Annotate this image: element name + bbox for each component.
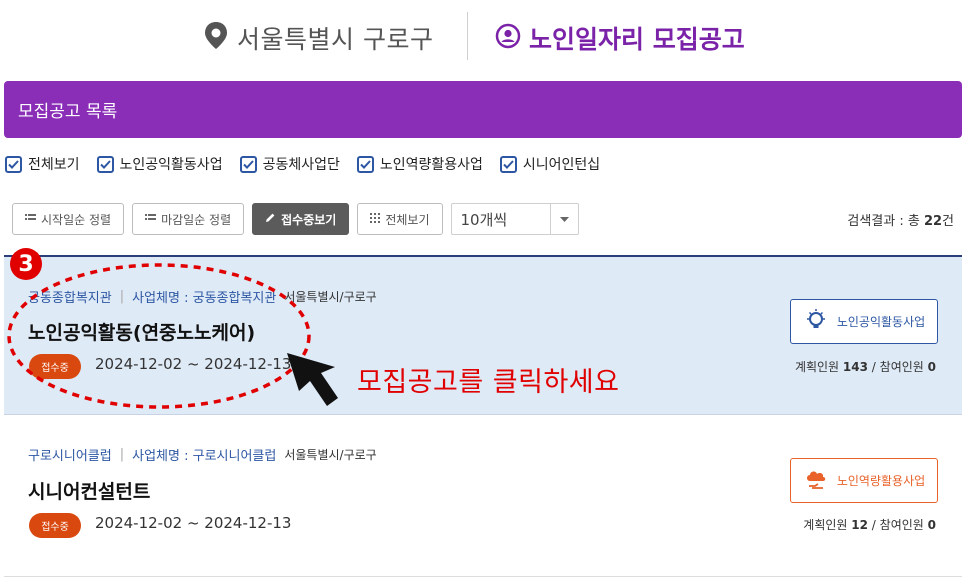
- meta-divider: |: [119, 289, 125, 304]
- recruit-period: 2024-12-02 ~ 2024-12-13: [95, 355, 292, 373]
- page: 서울특별시 구로구 노인일자리 모집공고 모집공고 목록 전체보기 노인공익활동…: [0, 0, 966, 583]
- filter-label: 시니어인턴십: [522, 157, 601, 173]
- person-circle-icon: [495, 23, 521, 53]
- instruction-text: 모집공고를 클릭하세요: [357, 367, 620, 398]
- meta-divider: |: [119, 447, 125, 462]
- posting-meta: 구로시니어클럽 | 사업체명 : 구로시니어클럽 서울특별시/구로구: [28, 445, 377, 464]
- sort-end-button[interactable]: 마감일순 정렬: [132, 203, 245, 235]
- result-suffix: 건: [942, 214, 954, 229]
- status-badge: 접수중: [29, 513, 81, 538]
- region: 서울특별시/구로구: [284, 448, 377, 462]
- planned-count: 12: [851, 518, 868, 532]
- business-type-tag: 노인공익활동사업: [790, 299, 938, 344]
- result-count: 22: [923, 214, 943, 229]
- checkbox-checked-icon[interactable]: [499, 155, 517, 173]
- list-header-bar: 모집공고 목록: [4, 81, 962, 138]
- joined-label: / 참여인원: [867, 518, 928, 532]
- filter-public-activity[interactable]: 노인공익활동사업: [96, 154, 223, 174]
- grid-icon: [370, 212, 381, 226]
- filter-community-business[interactable]: 공동체사업단: [239, 154, 340, 174]
- org-name[interactable]: 궁동종합복지관: [28, 287, 112, 306]
- page-size-select[interactable]: 10개씩: [450, 203, 579, 235]
- joined-label: / 참여인원: [867, 360, 928, 374]
- service-title: 노인일자리 모집공고: [495, 18, 745, 58]
- planned-label: 계획인원: [803, 518, 852, 532]
- view-all-label: 전체보기: [385, 212, 430, 227]
- checkbox-checked-icon[interactable]: [96, 155, 114, 173]
- org-name[interactable]: 구로시니어클럽: [28, 445, 112, 464]
- headcount-info: 계획인원 12 / 참여인원 0: [803, 516, 936, 533]
- pencil-icon: [265, 212, 276, 226]
- service-title-text: 노인일자리 모집공고: [529, 25, 745, 54]
- list-icon: [25, 212, 36, 226]
- location-selector[interactable]: 서울특별시 구로구: [203, 18, 433, 58]
- filter-all[interactable]: 전체보기: [5, 154, 80, 174]
- filter-competency[interactable]: 노인역량활용사업: [356, 154, 483, 174]
- posting-card[interactable]: 구로시니어클럽 | 사업체명 : 구로시니어클럽 서울특별시/구로구 시니어컨설…: [4, 417, 962, 577]
- lightbulb-icon: [803, 307, 829, 336]
- result-prefix: 검색결과 : 총: [847, 214, 924, 229]
- checkbox-checked-icon[interactable]: [356, 155, 374, 173]
- joined-count: 0: [927, 360, 936, 374]
- region: 서울특별시/구로구: [284, 290, 377, 304]
- business-name: 사업체명 : 궁동종합복지관: [132, 291, 277, 306]
- list-header-title: 모집공고 목록: [18, 102, 118, 122]
- filter-group: 전체보기 노인공익활동사업 공동체사업단 노인역량활용사업 시니어인턴십: [5, 153, 617, 175]
- posting-meta: 궁동종합복지관 | 사업체명 : 궁동종합복지관 서울특별시/구로구: [28, 287, 377, 306]
- location-text: 서울특별시 구로구: [237, 25, 434, 54]
- sort-start-label: 시작일순 정렬: [41, 212, 112, 227]
- filter-senior-intern[interactable]: 시니어인턴십: [499, 154, 601, 174]
- top-header: 서울특별시 구로구 노인일자리 모집공고: [0, 0, 966, 78]
- toolbar: 시작일순 정렬 마감일순 정렬 접수중보기 전체보기 10개씩: [12, 203, 579, 235]
- sort-start-button[interactable]: 시작일순 정렬: [12, 203, 125, 235]
- status-badge: 접수중: [29, 354, 81, 379]
- business-name: 사업체명 : 구로시니어클럽: [132, 449, 277, 464]
- planned-count: 143: [842, 360, 868, 374]
- planned-label: 계획인원: [794, 360, 843, 374]
- sort-end-label: 마감일순 정렬: [161, 212, 232, 227]
- open-only-label: 접수중보기: [281, 212, 337, 227]
- posting-title[interactable]: 노인공익활동(연중노노케어): [28, 318, 255, 345]
- step-number-badge: 3: [10, 248, 42, 280]
- location-pin-icon: [203, 21, 229, 55]
- search-result-count: 검색결과 : 총 22건: [847, 210, 954, 229]
- headcount-info: 계획인원 143 / 참여인원 0: [795, 358, 936, 375]
- business-type-tag: 노인역량활용사업: [790, 458, 938, 503]
- recruit-period: 2024-12-02 ~ 2024-12-13: [95, 514, 292, 532]
- cloud-hand-icon: [803, 466, 829, 495]
- business-type-label: 노인공익활동사업: [836, 315, 926, 329]
- caret-down-icon[interactable]: [549, 204, 578, 234]
- list-icon: [145, 212, 157, 226]
- filter-label: 공동체사업단: [262, 157, 340, 173]
- posting-title[interactable]: 시니어컨설턴트: [28, 477, 150, 504]
- filter-label: 노인역량활용사업: [379, 157, 483, 173]
- view-all-button[interactable]: 전체보기: [357, 203, 443, 235]
- filter-label: 전체보기: [28, 157, 80, 173]
- business-type-label: 노인역량활용사업: [836, 474, 926, 488]
- page-size-value: 10개씩: [460, 210, 508, 229]
- filter-label: 노인공익활동사업: [119, 157, 223, 173]
- checkbox-checked-icon[interactable]: [5, 155, 22, 173]
- checkbox-checked-icon[interactable]: [239, 155, 257, 173]
- open-only-button[interactable]: 접수중보기: [252, 203, 350, 235]
- header-divider: [467, 12, 468, 60]
- joined-count: 0: [927, 518, 936, 532]
